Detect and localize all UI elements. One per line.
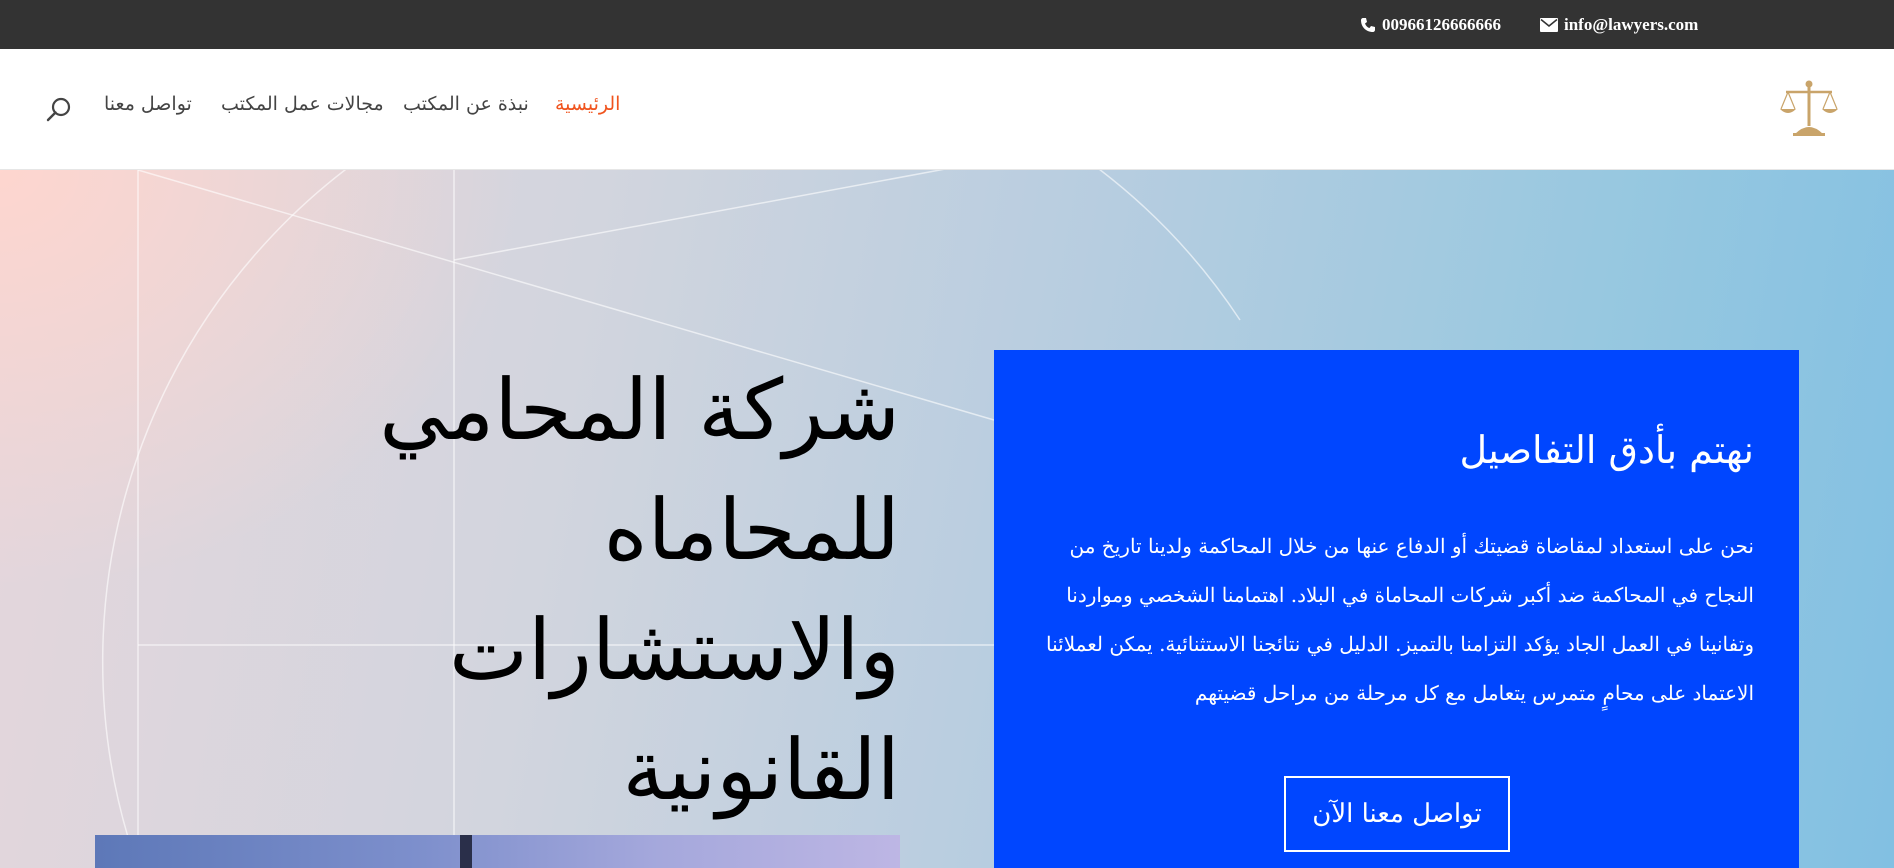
search-button[interactable] [44, 95, 74, 125]
card-title: نهتم بأدق التفاصيل [1459, 428, 1754, 472]
email-contact[interactable]: info@lawyers.com [1540, 0, 1698, 49]
nav-item-about[interactable]: نبذة عن المكتب [403, 93, 529, 115]
phone-number: 00966126666666 [1382, 14, 1501, 34]
hero-headline: شركة المحامي للمحاماه والاستشارات القانو… [120, 350, 900, 830]
phone-contact[interactable]: 00966126666666 [1360, 0, 1501, 49]
search-icon [46, 97, 71, 122]
hero-city-image [95, 835, 900, 868]
headline-line-3: القانونية [622, 721, 900, 819]
contact-now-button[interactable]: تواصل معنا الآن [1284, 776, 1510, 852]
phone-icon [1360, 17, 1376, 33]
site-header: الرئيسية نبذة عن المكتب مجالات عمل المكت… [0, 49, 1894, 170]
nav-item-practice-areas[interactable]: مجالات عمل المكتب [221, 93, 384, 115]
hero-section: شركة المحامي للمحاماه والاستشارات القانو… [0, 170, 1894, 868]
hero-image-tower [460, 835, 472, 868]
nav-item-home[interactable]: الرئيسية [555, 93, 620, 115]
email-address: info@lawyers.com [1564, 14, 1699, 34]
envelope-icon [1540, 17, 1558, 32]
nav-item-contact[interactable]: تواصل معنا [104, 93, 192, 115]
main-nav: الرئيسية نبذة عن المكتب مجالات عمل المكت… [0, 49, 1894, 170]
headline-line-2: والاستشارات [448, 601, 900, 699]
headline-line-1: شركة المحامي للمحاماه [379, 361, 900, 579]
top-contact-bar: 00966126666666 info@lawyers.com [0, 0, 1894, 49]
card-description: نحن على استعداد لمقاضاة قضيتك أو الدفاع … [1046, 534, 1754, 705]
details-card: نهتم بأدق التفاصيل نحن على استعداد لمقاض… [994, 350, 1799, 868]
